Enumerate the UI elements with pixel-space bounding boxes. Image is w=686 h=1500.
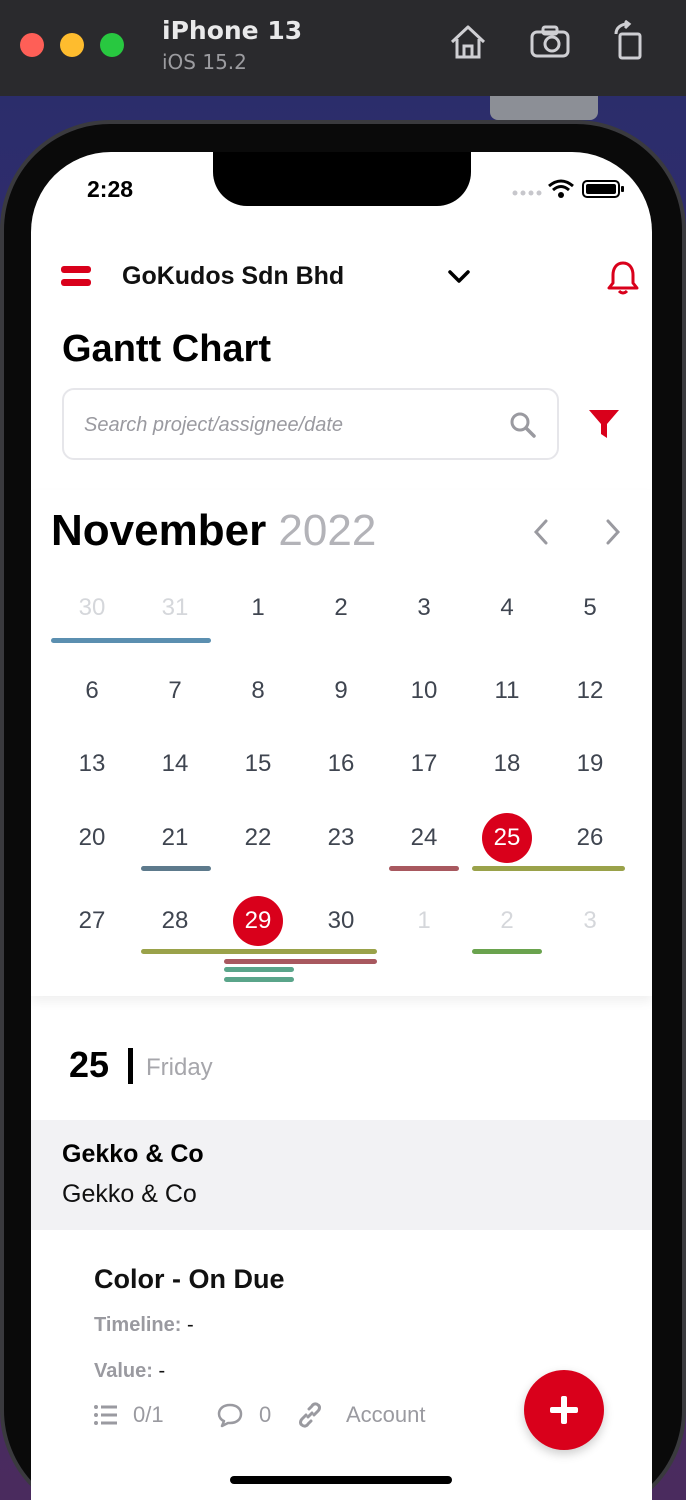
calendar-day[interactable]: 1 bbox=[389, 901, 459, 941]
camera-bump bbox=[490, 96, 598, 120]
link-label: Account bbox=[346, 1402, 426, 1427]
gantt-task-bar[interactable] bbox=[224, 967, 294, 972]
chevron-left-icon[interactable] bbox=[529, 516, 553, 548]
task-value: Value: - bbox=[94, 1360, 165, 1383]
status-time: 2:28 bbox=[87, 176, 134, 202]
calendar-day[interactable]: 30 bbox=[57, 588, 127, 628]
notch bbox=[213, 152, 471, 206]
calendar-day[interactable]: 3 bbox=[389, 588, 459, 628]
timeline-value: - bbox=[187, 1314, 194, 1336]
calendar-day[interactable]: 7 bbox=[140, 671, 210, 711]
plus-icon bbox=[550, 1396, 578, 1424]
checklist-count: 0/1 bbox=[133, 1402, 164, 1427]
search-box[interactable] bbox=[62, 388, 559, 460]
task-title[interactable]: Color - On Due bbox=[94, 1264, 285, 1295]
calendar-day[interactable]: 4 bbox=[472, 588, 542, 628]
gantt-task-bar[interactable] bbox=[472, 949, 542, 954]
calendar-day[interactable]: 31 bbox=[140, 588, 210, 628]
calendar-day[interactable]: 18 bbox=[472, 744, 542, 784]
signal-icon bbox=[512, 190, 542, 196]
home-indicator bbox=[230, 1476, 452, 1484]
zoom-window-button[interactable] bbox=[100, 33, 124, 57]
task-timeline: Timeline: - bbox=[94, 1314, 194, 1337]
calendar-month: November bbox=[51, 506, 267, 555]
calendar-year: 2022 bbox=[278, 506, 377, 555]
battery-icon bbox=[582, 180, 624, 198]
calendar-day[interactable]: 25 bbox=[472, 818, 542, 858]
project-group-subtitle: Gekko & Co bbox=[62, 1180, 197, 1208]
value-label: Value: bbox=[94, 1360, 153, 1382]
close-window-button[interactable] bbox=[20, 33, 44, 57]
calendar-day[interactable]: 19 bbox=[555, 744, 625, 784]
selected-day-weekday: Friday bbox=[146, 1054, 213, 1081]
simulator-toolbar: iPhone 13 iOS 15.2 bbox=[0, 0, 686, 96]
day-divider bbox=[128, 1048, 133, 1084]
calendar-day[interactable]: 20 bbox=[57, 818, 127, 858]
camera-icon[interactable] bbox=[528, 20, 572, 64]
wifi-icon bbox=[548, 179, 574, 198]
gantt-task-bar[interactable] bbox=[51, 638, 211, 643]
gantt-task-bar[interactable] bbox=[224, 959, 377, 964]
device-name: iPhone 13 bbox=[162, 16, 303, 45]
calendar-day[interactable]: 5 bbox=[555, 588, 625, 628]
minimize-window-button[interactable] bbox=[60, 33, 84, 57]
calendar-day[interactable]: 22 bbox=[223, 818, 293, 858]
chevron-right-icon[interactable] bbox=[601, 516, 625, 548]
search-icon[interactable] bbox=[508, 410, 538, 440]
comment-count: 0 bbox=[259, 1402, 272, 1427]
calendar-day[interactable]: 13 bbox=[57, 744, 127, 784]
calendar-day[interactable]: 11 bbox=[472, 671, 542, 711]
calendar-day[interactable]: 24 bbox=[389, 818, 459, 858]
os-version: iOS 15.2 bbox=[162, 50, 247, 74]
filter-icon[interactable] bbox=[587, 408, 621, 440]
calendar-day[interactable]: 12 bbox=[555, 671, 625, 711]
calendar-day[interactable]: 29 bbox=[223, 901, 293, 941]
gantt-task-bar[interactable] bbox=[141, 866, 211, 871]
search-input[interactable] bbox=[84, 408, 484, 442]
calendar-month-title: November 2022 bbox=[51, 506, 376, 556]
chevron-down-icon[interactable] bbox=[447, 264, 471, 288]
gantt-task-bar[interactable] bbox=[141, 949, 377, 954]
selected-day-number: 25 bbox=[69, 1044, 110, 1085]
status-icons bbox=[511, 178, 631, 200]
calendar-day[interactable]: 26 bbox=[555, 818, 625, 858]
calendar-day[interactable]: 1 bbox=[223, 588, 293, 628]
calendar-day[interactable]: 17 bbox=[389, 744, 459, 784]
phone-screen: 2:28 GoKudos Sdn Bhd Gantt Chart Search … bbox=[31, 152, 652, 1500]
timeline-label: Timeline: bbox=[94, 1314, 182, 1336]
calendar-day[interactable]: 23 bbox=[306, 818, 376, 858]
gantt-task-bar[interactable] bbox=[389, 866, 459, 871]
bell-icon[interactable] bbox=[607, 260, 639, 296]
calendar-day[interactable]: 21 bbox=[140, 818, 210, 858]
value-value: - bbox=[158, 1360, 166, 1382]
add-task-button[interactable] bbox=[524, 1370, 604, 1450]
page-title: Gantt Chart bbox=[62, 328, 271, 370]
calendar-day[interactable]: 15 bbox=[223, 744, 293, 784]
rotate-icon[interactable] bbox=[608, 19, 652, 64]
calendar-day[interactable]: 6 bbox=[57, 671, 127, 711]
link-icon[interactable] bbox=[297, 1402, 323, 1428]
calendar-day[interactable]: 10 bbox=[389, 671, 459, 711]
calendar-day[interactable]: 9 bbox=[306, 671, 376, 711]
calendar-day[interactable]: 27 bbox=[57, 901, 127, 941]
gantt-task-bar[interactable] bbox=[472, 866, 625, 871]
comment-icon[interactable] bbox=[217, 1402, 243, 1428]
gantt-task-bar[interactable] bbox=[224, 977, 294, 982]
calendar-day[interactable]: 16 bbox=[306, 744, 376, 784]
calendar-day[interactable]: 3 bbox=[555, 901, 625, 941]
calendar-day[interactable]: 28 bbox=[140, 901, 210, 941]
hamburger-menu-icon[interactable] bbox=[61, 266, 91, 288]
calendar-day[interactable]: 30 bbox=[306, 901, 376, 941]
checklist-icon bbox=[94, 1405, 117, 1425]
project-group-title: Gekko & Co bbox=[62, 1140, 204, 1168]
calendar-day[interactable]: 14 bbox=[140, 744, 210, 784]
home-icon[interactable] bbox=[446, 20, 490, 64]
project-group-header[interactable] bbox=[31, 1120, 652, 1230]
calendar-day[interactable]: 8 bbox=[223, 671, 293, 711]
calendar-day[interactable]: 2 bbox=[306, 588, 376, 628]
calendar-day[interactable]: 2 bbox=[472, 901, 542, 941]
company-name[interactable]: GoKudos Sdn Bhd bbox=[122, 262, 344, 291]
